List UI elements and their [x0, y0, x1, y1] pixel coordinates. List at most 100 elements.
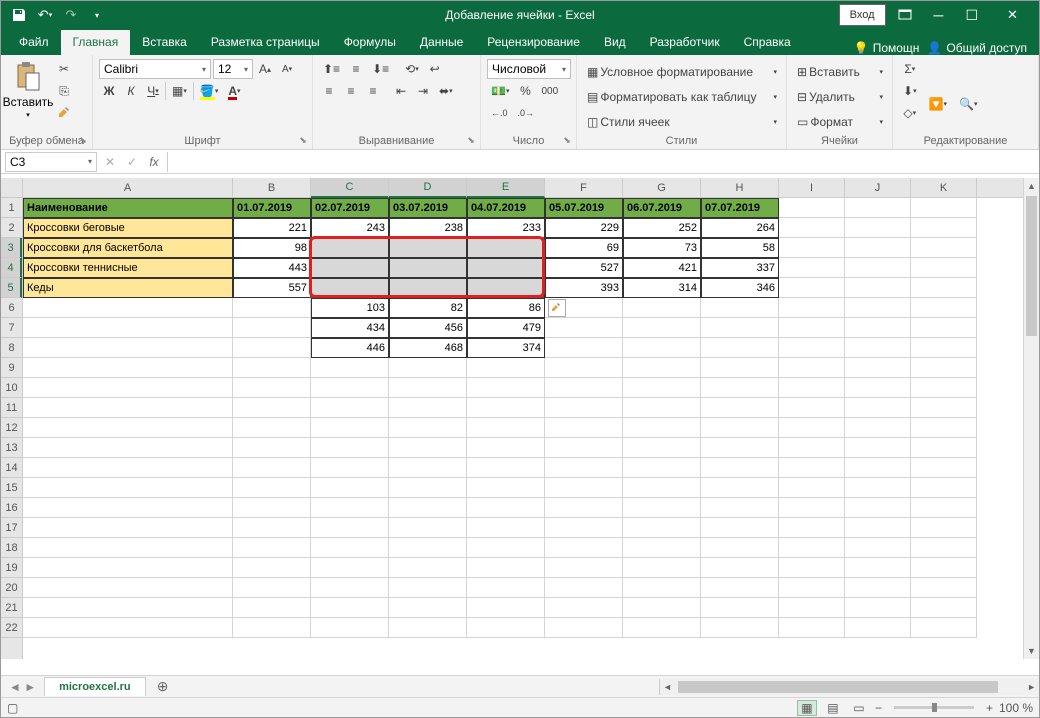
cell[interactable]: [911, 338, 977, 358]
cell[interactable]: [701, 618, 779, 638]
cell[interactable]: 421: [623, 258, 701, 278]
row-header-3[interactable]: 3: [1, 238, 22, 258]
cell[interactable]: [467, 278, 545, 298]
cell[interactable]: [845, 598, 911, 618]
col-header-I[interactable]: I: [779, 178, 845, 197]
column-headers[interactable]: ABCDEFGHIJK: [23, 178, 1023, 198]
cell[interactable]: [23, 538, 233, 558]
format-painter-button[interactable]: [53, 103, 75, 123]
cell[interactable]: 05.07.2019: [545, 198, 623, 218]
cell[interactable]: [845, 338, 911, 358]
cell[interactable]: [911, 558, 977, 578]
cell[interactable]: [911, 358, 977, 378]
font-name-combo[interactable]: Calibri▾: [99, 59, 211, 79]
tab-formulas[interactable]: Формулы: [332, 30, 408, 55]
col-header-H[interactable]: H: [701, 178, 779, 197]
cell[interactable]: [23, 558, 233, 578]
clipboard-launcher[interactable]: ⬊: [77, 134, 89, 146]
cell[interactable]: [233, 298, 311, 318]
cell-styles-button[interactable]: ◫ Стили ячеек▾: [583, 111, 781, 133]
share-button[interactable]: 👤 Общий доступ: [927, 41, 1027, 55]
cell[interactable]: [911, 598, 977, 618]
cell[interactable]: 103: [311, 298, 389, 318]
row-header-4[interactable]: 4: [1, 258, 22, 278]
cell[interactable]: 443: [233, 258, 311, 278]
cell[interactable]: [467, 418, 545, 438]
cell[interactable]: [311, 358, 389, 378]
cell[interactable]: [311, 238, 389, 258]
cell[interactable]: [911, 538, 977, 558]
cell[interactable]: [389, 378, 467, 398]
cell[interactable]: [845, 518, 911, 538]
cell[interactable]: [233, 518, 311, 538]
col-header-B[interactable]: B: [233, 178, 311, 197]
format-cells-button[interactable]: ▭ Формат▾: [793, 111, 887, 133]
tab-review[interactable]: Рецензирование: [475, 30, 592, 55]
horizontal-scrollbar[interactable]: ◄ ►: [659, 679, 1039, 695]
cell[interactable]: [23, 618, 233, 638]
cell[interactable]: [779, 278, 845, 298]
cell[interactable]: [467, 538, 545, 558]
cell[interactable]: [467, 578, 545, 598]
number-format-combo[interactable]: Числовой▾: [487, 59, 571, 79]
cell[interactable]: [311, 578, 389, 598]
cell[interactable]: [779, 318, 845, 338]
row-header-2[interactable]: 2: [1, 218, 22, 238]
cell[interactable]: [233, 338, 311, 358]
cell[interactable]: [701, 318, 779, 338]
cell[interactable]: [623, 458, 701, 478]
row-header-21[interactable]: 21: [1, 598, 22, 618]
cell[interactable]: [23, 418, 233, 438]
vertical-scrollbar[interactable]: ▲ ▼: [1023, 178, 1039, 659]
tab-data[interactable]: Данные: [408, 30, 475, 55]
cell[interactable]: 446: [311, 338, 389, 358]
cell[interactable]: [779, 618, 845, 638]
cell[interactable]: [467, 378, 545, 398]
cell[interactable]: [911, 378, 977, 398]
cell[interactable]: [233, 418, 311, 438]
cell[interactable]: 82: [389, 298, 467, 318]
cell[interactable]: [467, 398, 545, 418]
row-header-5[interactable]: 5: [1, 278, 22, 298]
col-header-F[interactable]: F: [545, 178, 623, 197]
row-header-15[interactable]: 15: [1, 478, 22, 498]
cell[interactable]: [845, 618, 911, 638]
cell[interactable]: [311, 598, 389, 618]
cell[interactable]: [845, 578, 911, 598]
hscroll-thumb[interactable]: [678, 681, 998, 693]
cell[interactable]: Кеды: [23, 278, 233, 298]
cell[interactable]: [467, 598, 545, 618]
cell[interactable]: [311, 418, 389, 438]
cell[interactable]: [311, 458, 389, 478]
zoom-slider[interactable]: [894, 706, 974, 709]
merge-button[interactable]: ⬌▾: [435, 81, 457, 101]
row-header-12[interactable]: 12: [1, 418, 22, 438]
cell[interactable]: 468: [389, 338, 467, 358]
cell[interactable]: 06.07.2019: [623, 198, 701, 218]
insert-function-button[interactable]: fx: [143, 152, 165, 172]
cell[interactable]: [623, 498, 701, 518]
row-header-6[interactable]: 6: [1, 298, 22, 318]
cell[interactable]: [701, 358, 779, 378]
ribbon-options-button[interactable]: [888, 4, 922, 26]
align-center-button[interactable]: ≡: [341, 81, 361, 101]
cell[interactable]: [623, 318, 701, 338]
insert-cells-button[interactable]: ⊞ Вставить▾: [793, 61, 887, 83]
cell[interactable]: [845, 218, 911, 238]
cell[interactable]: 252: [623, 218, 701, 238]
cell[interactable]: Кроссовки для баскетбола: [23, 238, 233, 258]
cell[interactable]: 01.07.2019: [233, 198, 311, 218]
sheet-tab[interactable]: microexcel.ru: [44, 677, 146, 696]
cell[interactable]: [233, 538, 311, 558]
cell[interactable]: [311, 558, 389, 578]
cell[interactable]: [233, 618, 311, 638]
tab-help[interactable]: Справка: [732, 30, 803, 55]
cell[interactable]: 314: [623, 278, 701, 298]
align-bottom-button[interactable]: ⬇≡: [368, 59, 393, 79]
zoom-level[interactable]: 100 %: [999, 701, 1033, 715]
cell[interactable]: [911, 258, 977, 278]
align-top-button[interactable]: ⬆≡: [319, 59, 344, 79]
cell[interactable]: [545, 598, 623, 618]
cell[interactable]: [545, 618, 623, 638]
cell[interactable]: [623, 418, 701, 438]
